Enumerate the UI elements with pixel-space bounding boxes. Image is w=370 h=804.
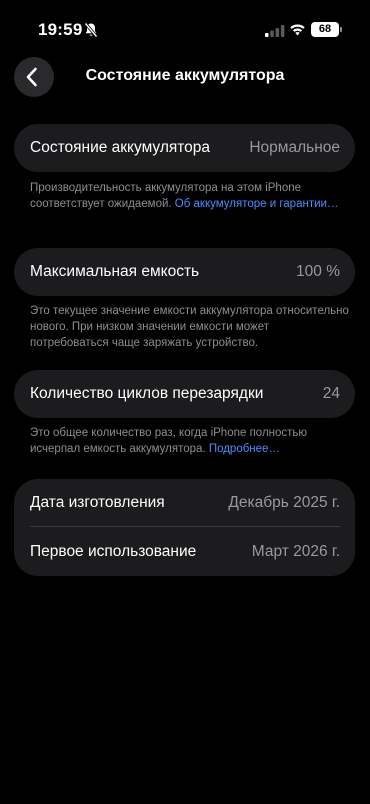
battery-icon: 68 <box>311 22 342 37</box>
first-use-label: Первое использование <box>30 543 197 560</box>
battery-health-card[interactable]: Состояние аккумулятора Нормальное <box>14 124 355 172</box>
page-title: Состояние аккумулятора <box>85 67 285 84</box>
cycle-count-row: Количество циклов перезарядки 24 <box>14 370 355 418</box>
status-time: 19:59 <box>38 20 83 39</box>
max-capacity-card: Максимальная емкость 100 % <box>14 248 355 296</box>
back-button[interactable] <box>14 57 54 97</box>
divider <box>30 526 340 527</box>
first-use-value: Март 2026 г. <box>251 543 340 560</box>
chevron-left-icon <box>26 67 37 87</box>
cycle-count-footnote: Это общее количество раз, когда iPhone п… <box>30 425 350 457</box>
max-capacity-label: Максимальная емкость <box>30 263 200 280</box>
manufacture-date-row: Дата изготовления Декабрь 2025 г. <box>14 479 355 527</box>
cycle-count-more-link[interactable]: Подробнее… <box>209 443 280 455</box>
battery-warranty-link[interactable]: Об аккумуляторе и гарантии… <box>175 198 339 210</box>
dates-card: Дата изготовления Декабрь 2025 г. Первое… <box>14 479 355 576</box>
battery-health-footnote: Производительность аккумулятора на этом … <box>30 180 350 212</box>
status-bar: 19:59 68 <box>0 0 370 56</box>
battery-health-value: Нормальное <box>249 139 340 156</box>
manufacture-date-label: Дата изготовления <box>30 494 165 511</box>
cellular-signal-icon <box>265 24 285 37</box>
first-use-row: Первое использование Март 2026 г. <box>14 528 355 576</box>
battery-health-row[interactable]: Состояние аккумулятора Нормальное <box>14 124 355 172</box>
cycle-count-label: Количество циклов перезарядки <box>30 385 264 402</box>
max-capacity-value: 100 % <box>296 263 340 280</box>
cycle-count-card: Количество циклов перезарядки 24 <box>14 370 355 418</box>
bell-slash-icon <box>84 22 98 38</box>
cycle-count-value: 24 <box>322 385 340 402</box>
battery-health-label: Состояние аккумулятора <box>30 139 211 156</box>
max-capacity-row: Максимальная емкость 100 % <box>14 248 355 296</box>
max-capacity-footnote: Это текущее значение емкости аккумулятор… <box>30 305 349 349</box>
manufacture-date-value: Декабрь 2025 г. <box>228 494 340 511</box>
wifi-icon <box>289 22 306 36</box>
